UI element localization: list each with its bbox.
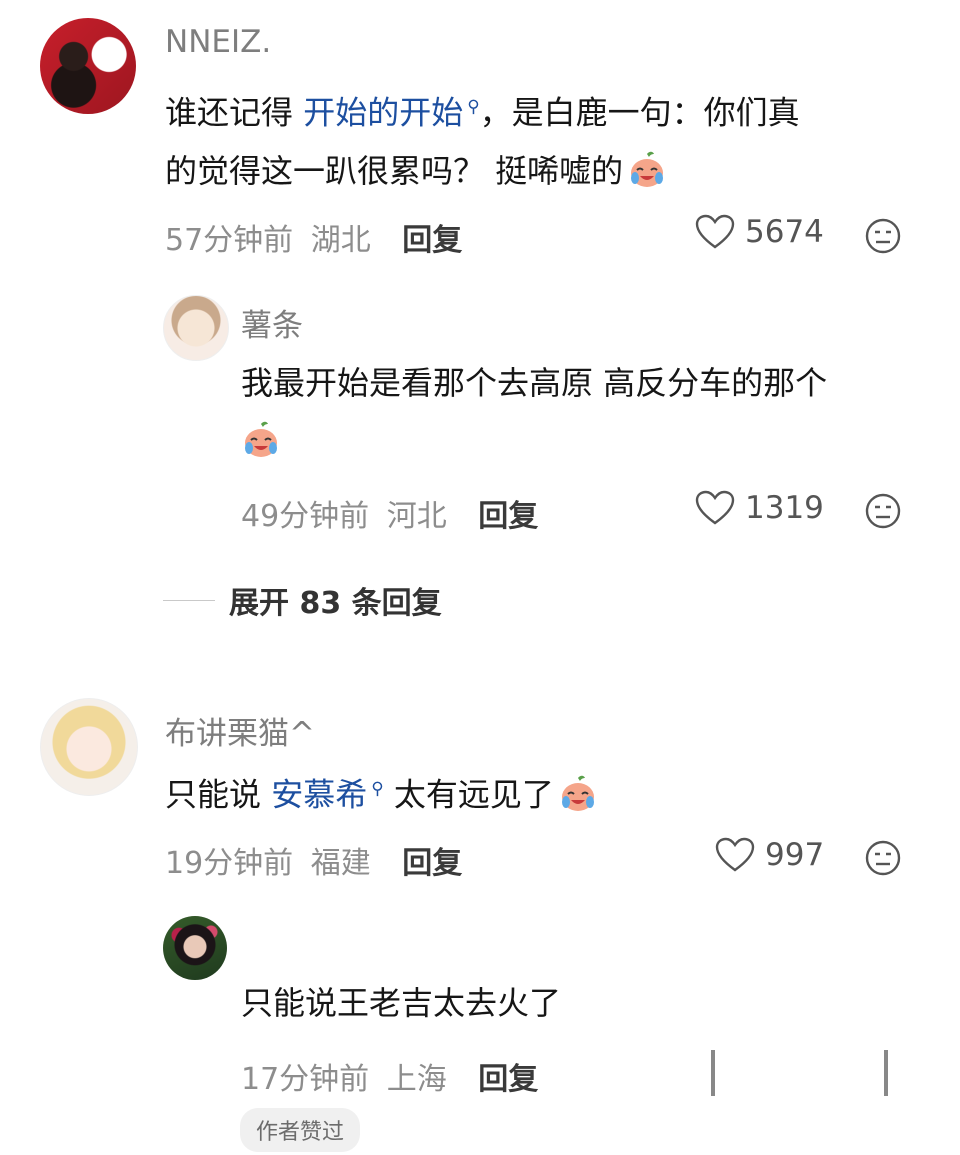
divider bbox=[163, 599, 215, 601]
location: 上海 bbox=[386, 1062, 447, 1097]
like-button[interactable]: 5674 bbox=[695, 214, 824, 250]
avatar[interactable] bbox=[163, 295, 229, 361]
heart-icon bbox=[695, 214, 735, 249]
username[interactable]: 薯条 bbox=[241, 300, 303, 345]
comment-text: 只能说 安慕希 ⚲ 太有远见了 bbox=[165, 760, 598, 824]
comment-text-part: 谁还记得 bbox=[165, 93, 304, 132]
comment-text: 我最开始是看那个去高原 高反分车的那个 bbox=[241, 354, 827, 470]
comment-text-part: 太有远见了 bbox=[383, 775, 554, 814]
crying-laugh-emoji-icon bbox=[245, 421, 277, 457]
username[interactable]: 布讲栗猫^ bbox=[165, 708, 315, 753]
timestamp: 49分钟前 bbox=[241, 499, 370, 534]
avatar[interactable] bbox=[40, 18, 136, 114]
timestamp: 57分钟前 bbox=[165, 223, 294, 258]
location: 河北 bbox=[386, 499, 447, 534]
expand-replies-label: 展开 83 条回复 bbox=[229, 586, 442, 621]
timestamp: 17分钟前 bbox=[241, 1062, 370, 1097]
reply-button[interactable]: 回复 bbox=[478, 499, 538, 534]
heart-icon bbox=[695, 490, 735, 525]
crying-laugh-emoji-icon bbox=[561, 775, 594, 811]
comment-text-part: 我最开始是看那个去高原 高反分车的那个 bbox=[241, 364, 828, 402]
meh-face-icon[interactable] bbox=[864, 492, 902, 530]
loading-bar bbox=[711, 1050, 715, 1096]
like-button[interactable]: 1319 bbox=[695, 490, 824, 526]
reply-button[interactable]: 回复 bbox=[478, 1062, 538, 1097]
reply-button[interactable]: 回复 bbox=[402, 223, 462, 258]
expand-replies-button[interactable]: 展开 83 条回复 bbox=[163, 578, 442, 622]
comment-text-part: 只能说王老吉太去火了 bbox=[241, 984, 562, 1022]
crying-laugh-emoji-icon bbox=[631, 151, 664, 187]
like-button[interactable]: 997 bbox=[715, 837, 824, 873]
username[interactable]: NNEIZ. bbox=[165, 24, 271, 60]
comment-text: 只能说王老吉太去火了 bbox=[241, 974, 561, 1032]
comment-text-part: 只能说 bbox=[165, 775, 272, 814]
comment-meta: 49分钟前 河北 回复 bbox=[241, 491, 538, 535]
author-liked-badge: 作者赞过 bbox=[240, 1108, 361, 1152]
avatar[interactable] bbox=[163, 916, 227, 980]
search-icon[interactable]: ⚲ bbox=[467, 97, 479, 117]
like-count: 5674 bbox=[745, 214, 824, 250]
comment-text-part: ，是白鹿一句：你们真 bbox=[479, 93, 800, 132]
comment-text: 谁还记得 开始的开始 ⚲，是白鹿一句：你们真 的觉得这一趴很累吗？ 挺唏嘘的 bbox=[165, 78, 800, 200]
timestamp: 19分钟前 bbox=[165, 846, 294, 881]
meh-face-icon[interactable] bbox=[864, 839, 902, 877]
search-icon[interactable]: ⚲ bbox=[371, 779, 383, 799]
comment-text-part: 的觉得这一趴很累吗？ 挺唏嘘的 bbox=[165, 151, 624, 190]
meh-face-icon[interactable] bbox=[864, 217, 902, 255]
like-count: 997 bbox=[765, 837, 825, 873]
location: 湖北 bbox=[310, 223, 371, 258]
heart-icon bbox=[715, 837, 755, 872]
reply-button[interactable]: 回复 bbox=[402, 846, 462, 881]
comment-meta: 57分钟前 湖北 回复 bbox=[165, 215, 462, 259]
avatar[interactable] bbox=[40, 698, 138, 796]
comment-meta: 19分钟前 福建 回复 bbox=[165, 838, 462, 882]
location: 福建 bbox=[310, 846, 371, 881]
comment-meta: 17分钟前 上海 回复 bbox=[241, 1054, 538, 1098]
loading-bar bbox=[884, 1050, 888, 1096]
search-link[interactable]: 开始的开始 bbox=[303, 94, 463, 132]
like-count: 1319 bbox=[745, 490, 824, 526]
search-link[interactable]: 安慕希 bbox=[271, 776, 367, 814]
